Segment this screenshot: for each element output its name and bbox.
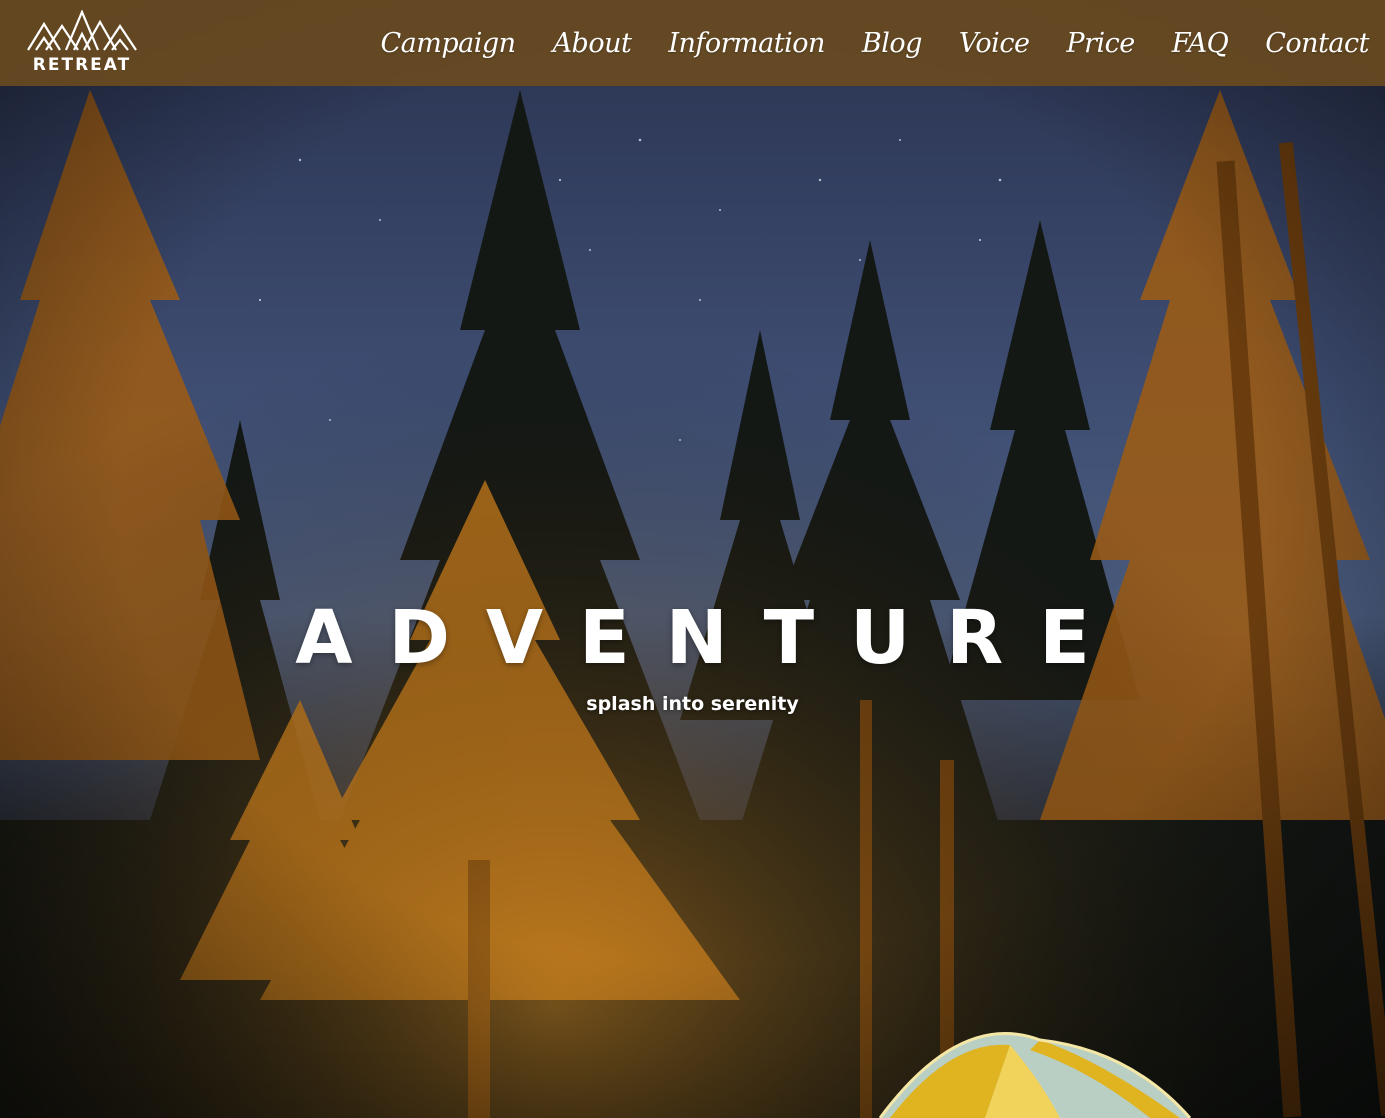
nav-item-price[interactable]: Price: [1066, 28, 1135, 59]
nav-item-blog[interactable]: Blog: [862, 28, 923, 59]
main-nav: Campaign About Information Blog Voice Pr…: [381, 0, 1370, 86]
site-logo[interactable]: RETREAT: [24, 10, 140, 76]
nav-item-faq[interactable]: FAQ: [1172, 28, 1229, 59]
hero-headline: ADVENTURE: [295, 595, 1126, 681]
hero-section: ADVENTURE splash into serenity: [0, 0, 1385, 1118]
top-navbar: RETREAT Campaign About Information Blog …: [0, 0, 1385, 86]
nav-item-about[interactable]: About: [553, 28, 632, 59]
nav-item-information[interactable]: Information: [668, 28, 825, 59]
nav-item-contact[interactable]: Contact: [1265, 28, 1369, 59]
hero-tagline: splash into serenity: [586, 693, 799, 715]
nav-item-campaign[interactable]: Campaign: [381, 28, 517, 59]
brand-name: RETREAT: [32, 55, 132, 75]
hero-background-image: [0, 0, 1385, 1118]
mountains-icon: [27, 10, 137, 51]
nav-item-voice[interactable]: Voice: [959, 28, 1030, 59]
